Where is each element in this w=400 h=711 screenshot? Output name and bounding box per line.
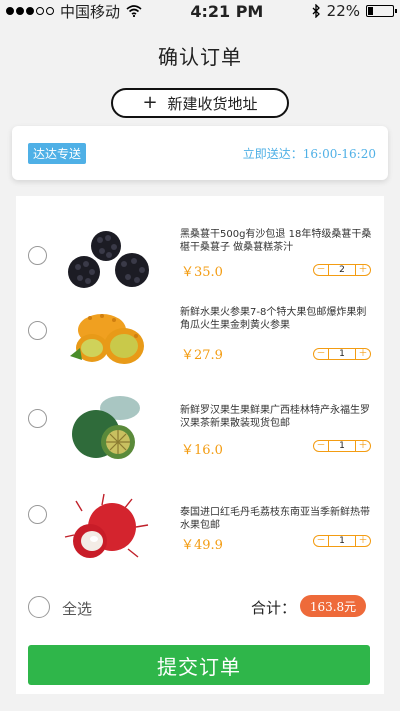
- quantity-value[interactable]: 1: [328, 441, 356, 451]
- luohan-fruit-image: [72, 396, 140, 459]
- signal-icon: [6, 7, 54, 15]
- carrier-label: 中国移动: [60, 2, 121, 21]
- quantity-stepper: － 1 ＋: [313, 348, 371, 360]
- cart-item: 泰国进口红毛丹毛荔枝东南亚当季新鲜热带水果包邮 ￥49.9 － 1 ＋: [16, 487, 384, 582]
- item-price: ￥16.0: [181, 443, 223, 458]
- increase-button[interactable]: ＋: [356, 441, 370, 451]
- cart-footer: 全选 合计： 163.8元: [16, 594, 384, 620]
- delivery-card[interactable]: 达达专送 立即送达：16:00-16:20: [12, 126, 388, 180]
- cart-item: 新鲜水果火参果7-8个特大果包邮爆炸果刺角瓜火生果金刺黄火参果 ￥27.9 － …: [16, 306, 384, 401]
- increase-button[interactable]: ＋: [356, 536, 370, 546]
- kiwano-image: [70, 314, 144, 364]
- select-all-label[interactable]: 全选: [62, 598, 92, 619]
- total-value: 163.8元: [300, 595, 366, 617]
- rambutan-image: [64, 493, 149, 558]
- item-description: 新鲜水果火参果7-8个特大果包邮爆炸果刺角瓜火生果金刺黄火参果: [180, 307, 367, 331]
- increase-button[interactable]: ＋: [356, 349, 370, 359]
- total-label: 合计：: [251, 599, 297, 617]
- decrease-button[interactable]: －: [314, 441, 328, 451]
- battery-icon: [366, 5, 397, 17]
- quantity-value[interactable]: 1: [328, 349, 356, 359]
- quantity-stepper: － 1 ＋: [313, 535, 371, 547]
- decrease-button[interactable]: －: [314, 349, 328, 359]
- item-select-radio[interactable]: [28, 246, 47, 265]
- item-select-radio[interactable]: [28, 321, 47, 340]
- cart-item: 黑桑葚干500g有沙包退 18年特级桑葚干桑椹干桑葚子 做桑葚糕茶汁 ￥35.0…: [16, 210, 384, 305]
- status-right: 22%: [312, 2, 397, 20]
- status-left: 中国移动: [6, 1, 142, 22]
- bluetooth-icon: [312, 4, 320, 18]
- status-time: 4:21 PM: [190, 1, 264, 21]
- quantity-stepper: － 1 ＋: [313, 440, 371, 452]
- quantity-value[interactable]: 1: [328, 536, 356, 546]
- header: 确认订单: [0, 22, 400, 88]
- quantity-value[interactable]: 2: [328, 265, 356, 275]
- item-price: ￥27.9: [181, 348, 223, 363]
- decrease-button[interactable]: －: [314, 536, 328, 546]
- cart-panel: 黑桑葚干500g有沙包退 18年特级桑葚干桑椹干桑葚子 做桑葚糕茶汁 ￥35.0…: [16, 196, 384, 694]
- select-all-radio[interactable]: [28, 596, 50, 618]
- item-description: 黑桑葚干500g有沙包退 18年特级桑葚干桑椹干桑葚子 做桑葚糕茶汁: [180, 229, 372, 253]
- blackberries-image: [68, 231, 149, 288]
- plus-icon: +: [142, 92, 158, 113]
- item-select-radio[interactable]: [28, 505, 47, 524]
- delivery-badge: 达达专送: [28, 142, 87, 164]
- item-description: 新鲜罗汉果生果鲜果广西桂林特产永福生罗汉果茶新果散装现货包邮: [180, 405, 370, 429]
- submit-order-button[interactable]: 提交订单: [28, 645, 370, 685]
- battery-percent: 22%: [326, 2, 360, 20]
- cart-item: 新鲜罗汉果生果鲜果广西桂林特产永福生罗汉果茶新果散装现货包邮 ￥16.0 － 1…: [16, 392, 384, 487]
- item-description: 泰国进口红毛丹毛荔枝东南亚当季新鲜热带水果包邮: [180, 507, 370, 531]
- increase-button[interactable]: ＋: [356, 265, 370, 275]
- item-price: ￥49.9: [181, 538, 223, 553]
- item-select-radio[interactable]: [28, 409, 47, 428]
- wifi-icon: [126, 5, 142, 17]
- quantity-stepper: － 2 ＋: [313, 264, 371, 276]
- new-address-wrap: + 新建收货地址: [0, 88, 400, 118]
- delivery-time: 立即送达：16:00-16:20: [242, 146, 376, 161]
- item-price: ￥35.0: [181, 265, 223, 280]
- new-address-button[interactable]: + 新建收货地址: [111, 88, 289, 118]
- new-address-label: 新建收货地址: [167, 94, 258, 113]
- decrease-button[interactable]: －: [314, 265, 328, 275]
- page-title: 确认订单: [158, 44, 242, 69]
- status-bar: 中国移动 4:21 PM 22%: [0, 0, 400, 22]
